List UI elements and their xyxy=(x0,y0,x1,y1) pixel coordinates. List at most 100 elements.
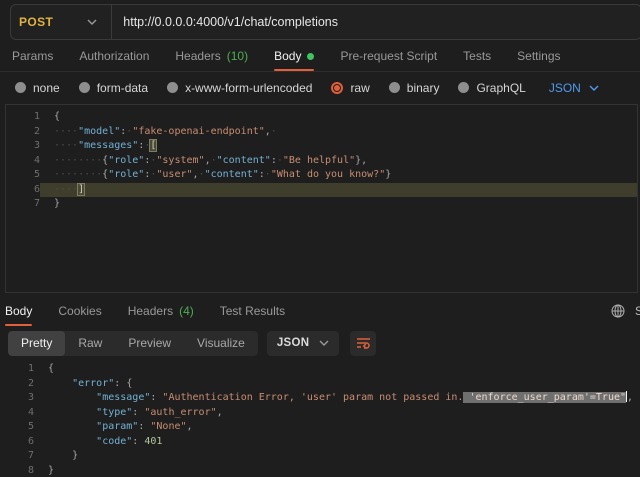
code-text: "code": 401 xyxy=(34,435,640,450)
raw-format-select[interactable]: JSON xyxy=(549,81,599,95)
code-line[interactable]: 7 } xyxy=(0,449,640,464)
code-line[interactable]: 3····"messages":·[ xyxy=(6,139,637,154)
radio-icon xyxy=(79,82,90,93)
status-bar-clipped-text: S xyxy=(635,304,640,318)
line-number: 1 xyxy=(0,362,34,377)
tab-label: Body xyxy=(274,49,301,63)
code-line[interactable]: 7} xyxy=(6,197,637,212)
request-tab-tests[interactable]: Tests xyxy=(463,41,491,71)
line-number: 6 xyxy=(6,183,40,198)
code-text: ····"model":·"fake-openai-endpoint",· xyxy=(40,125,637,140)
view-preview[interactable]: Preview xyxy=(115,331,184,356)
postman-window: POST http://0.0.0.0:4000/v1/chat/complet… xyxy=(0,0,640,477)
code-text: } xyxy=(34,449,640,464)
globe-icon[interactable] xyxy=(611,304,625,318)
line-number: 3 xyxy=(0,391,34,406)
code-line[interactable]: 6 "code": 401 xyxy=(0,435,640,450)
response-body-editor[interactable]: 1{2 "error": {3 "message": "Authenticati… xyxy=(0,359,640,477)
wrap-text-icon xyxy=(356,337,371,349)
response-tab-test-results[interactable]: Test Results xyxy=(220,296,285,326)
request-tab-params[interactable]: Params xyxy=(12,41,53,71)
view-raw[interactable]: Raw xyxy=(65,331,115,356)
request-tab-authorization[interactable]: Authorization xyxy=(79,41,149,71)
body-type-form-data[interactable]: form-data xyxy=(79,81,148,95)
line-number: 7 xyxy=(0,449,34,464)
code-line[interactable]: 8} xyxy=(0,464,640,477)
line-number: 2 xyxy=(6,125,40,140)
tab-label: Params xyxy=(12,49,53,63)
radio-label: binary xyxy=(407,81,440,95)
code-line[interactable]: 5········{"role":·"user",·"content":·"Wh… xyxy=(6,168,637,183)
tab-label: Cookies xyxy=(58,304,101,318)
raw-format-label: JSON xyxy=(549,81,581,95)
radio-label: raw xyxy=(350,81,369,95)
wrap-text-button[interactable] xyxy=(350,331,376,356)
view-pretty[interactable]: Pretty xyxy=(8,331,65,356)
radio-icon xyxy=(331,82,343,94)
response-tab-body[interactable]: Body xyxy=(5,296,32,326)
request-tab-headers[interactable]: Headers (10) xyxy=(175,41,248,71)
tab-count-badge: (4) xyxy=(179,304,194,318)
response-tab-headers[interactable]: Headers (4) xyxy=(128,296,194,326)
line-number: 5 xyxy=(0,420,34,435)
line-number: 2 xyxy=(0,377,34,392)
tab-label: Pre-request Script xyxy=(340,49,437,63)
unsaved-dot-icon xyxy=(307,53,314,60)
request-tab-body[interactable]: Body xyxy=(274,41,314,71)
response-tab-cookies[interactable]: Cookies xyxy=(58,296,101,326)
code-line[interactable]: 5 "param": "None", xyxy=(0,420,640,435)
body-type-none[interactable]: none xyxy=(15,81,60,95)
line-number: 6 xyxy=(0,435,34,450)
request-tab-settings[interactable]: Settings xyxy=(517,41,560,71)
code-line[interactable]: 4 "type": "auth_error", xyxy=(0,406,640,421)
code-text: ········{"role":·"system",·"content":·"B… xyxy=(40,154,637,169)
code-line[interactable]: 1{ xyxy=(0,362,640,377)
radio-icon xyxy=(167,82,178,93)
http-method-select[interactable]: POST xyxy=(11,5,111,39)
code-text: } xyxy=(34,464,640,477)
request-tab-bar: Params Authorization Headers (10) Body Pre-re… xyxy=(0,41,640,72)
code-line[interactable]: 2 "error": { xyxy=(0,377,640,392)
chevron-down-icon xyxy=(319,340,329,346)
code-line[interactable]: 4········{"role":·"system",·"content":·"… xyxy=(6,154,637,169)
request-body-editor[interactable]: 1{2····"model":·"fake-openai-endpoint",·… xyxy=(5,104,638,293)
line-number: 4 xyxy=(0,406,34,421)
tab-count-badge: (10) xyxy=(227,49,248,63)
code-text: "message": "Authentication Error, 'user'… xyxy=(34,391,640,406)
code-text: ····"messages":·[ xyxy=(40,139,637,154)
tab-label: Headers xyxy=(175,49,220,63)
request-url-bar: POST http://0.0.0.0:4000/v1/chat/complet… xyxy=(10,4,640,40)
http-method-label: POST xyxy=(19,15,53,29)
body-type-binary[interactable]: binary xyxy=(389,81,440,95)
response-format-select[interactable]: JSON xyxy=(267,331,340,356)
code-text: { xyxy=(40,110,637,125)
line-number: 7 xyxy=(6,197,40,212)
view-visualize[interactable]: Visualize xyxy=(184,331,258,356)
body-type-row: none form-data x-www-form-urlencoded raw bin… xyxy=(0,72,640,103)
response-tab-bar: Body Cookies Headers (4) Test Results xyxy=(0,296,640,326)
chevron-down-icon xyxy=(87,19,97,25)
request-tab-pre-request-script[interactable]: Pre-request Script xyxy=(340,41,437,71)
code-line[interactable]: 6····] xyxy=(6,183,637,198)
code-line[interactable]: 2····"model":·"fake-openai-endpoint",· xyxy=(6,125,637,140)
code-text: "type": "auth_error", xyxy=(34,406,640,421)
tab-label: Body xyxy=(5,304,32,318)
line-number: 5 xyxy=(6,168,40,183)
tab-label: Test Results xyxy=(220,304,285,318)
code-text: } xyxy=(40,197,637,212)
radio-icon xyxy=(15,82,26,93)
code-line[interactable]: 3 "message": "Authentication Error, 'use… xyxy=(0,391,640,406)
code-line[interactable]: 1{ xyxy=(6,110,637,125)
body-type-x-www-form-urlencoded[interactable]: x-www-form-urlencoded xyxy=(167,81,312,95)
body-type-raw[interactable]: raw xyxy=(331,81,369,95)
code-text: ········{"role":·"user",·"content":·"Wha… xyxy=(40,168,637,183)
radio-icon xyxy=(389,82,400,93)
tab-label: Settings xyxy=(517,49,560,63)
radio-label: GraphQL xyxy=(476,81,525,95)
radio-label: x-www-form-urlencoded xyxy=(185,81,312,95)
url-input[interactable]: http://0.0.0.0:4000/v1/chat/completions xyxy=(112,5,640,39)
tab-label: Headers xyxy=(128,304,173,318)
body-type-graphql[interactable]: GraphQL xyxy=(458,81,525,95)
radio-label: none xyxy=(33,81,60,95)
response-format-label: JSON xyxy=(277,337,310,349)
